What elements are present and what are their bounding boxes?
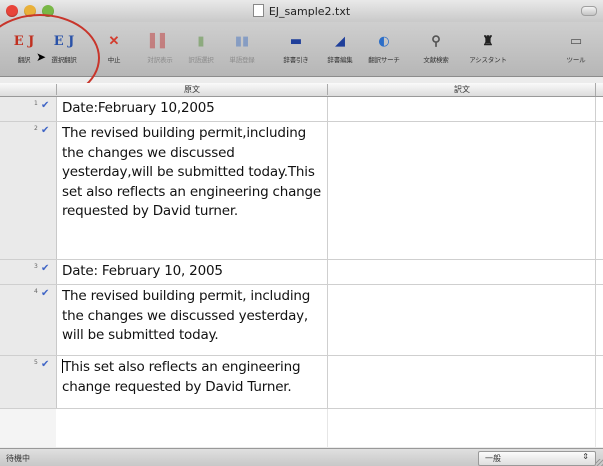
row-gutter: 4 ✔: [0, 285, 57, 355]
source-cell[interactable]: Date:February 10,2005: [62, 99, 324, 119]
status-bar: 待機中 一般 ⇕: [0, 448, 603, 466]
stop-button[interactable]: ✕ 中止: [94, 32, 134, 74]
resize-grip[interactable]: [595, 459, 603, 466]
tools-button[interactable]: ▭ ツール: [556, 32, 596, 74]
source-cell[interactable]: Date: February 10, 2005: [62, 262, 324, 282]
word-choice-icon: ▮: [197, 34, 205, 49]
row-number: 4: [34, 288, 38, 295]
cell-edge: [595, 285, 596, 355]
status-text: 待機中: [6, 454, 30, 463]
window-title: EJ_sample2.txt: [0, 4, 603, 18]
source-cell-text: This set also reflects an engineering ch…: [62, 359, 301, 395]
checkmark-icon[interactable]: ✔: [41, 263, 49, 275]
row-number: 5: [34, 359, 38, 366]
checkmark-icon[interactable]: ✔: [41, 359, 49, 371]
table-row[interactable]: 5 ✔ This set also reflects an engineerin…: [0, 356, 603, 409]
cell-edge: [595, 122, 596, 259]
checkmark-icon[interactable]: ✔: [41, 125, 49, 137]
cell-edge: [595, 356, 596, 408]
header-target[interactable]: 訳文: [327, 84, 596, 95]
row-gutter: 1 ✔: [0, 97, 57, 121]
row-number: 3: [34, 263, 38, 270]
assistant-icon: ♜: [482, 34, 494, 49]
word-register-label: 単語登録: [229, 56, 255, 64]
table-row[interactable]: 4 ✔ The revised building permit, includi…: [0, 285, 603, 356]
mode-select-value: 一般: [485, 454, 501, 463]
assistant-button[interactable]: ♜ アシスタント: [468, 32, 508, 74]
dictionary-edit-icon: ◢: [335, 34, 345, 49]
row-number: 2: [34, 125, 38, 132]
cell-divider: [327, 97, 328, 121]
cell-divider: [327, 260, 328, 284]
document-search-label: 文献検索: [423, 56, 449, 64]
assistant-label: アシスタント: [469, 56, 507, 64]
mouse-cursor-icon: ➤: [36, 50, 47, 64]
updown-arrow-icon: ⇕: [582, 452, 589, 461]
source-cell[interactable]: The revised building permit, including t…: [62, 287, 324, 346]
title-bar: EJ_sample2.txt: [0, 0, 603, 22]
dictionary-lookup-label: 辞書引き: [283, 56, 309, 64]
word-choice-label: 訳語選択: [188, 56, 214, 64]
header-source[interactable]: 原文: [56, 84, 327, 95]
document-search-button[interactable]: ⚲ 文献検索: [416, 32, 456, 74]
cell-divider: [327, 285, 328, 355]
source-cell-editing[interactable]: This set also reflects an engineering ch…: [62, 358, 324, 397]
checkmark-icon[interactable]: ✔: [41, 288, 49, 300]
source-cell[interactable]: The revised building permit,including th…: [62, 124, 324, 222]
word-register-button[interactable]: ▮▮ 単語登録: [222, 32, 262, 74]
stop-icon: ✕: [108, 34, 120, 49]
stop-label: 中止: [107, 56, 121, 64]
parallel-view-button[interactable]: ▌▌ 対訳表示: [140, 32, 180, 74]
row-gutter: 2 ✔: [0, 122, 57, 259]
window-title-text: EJ_sample2.txt: [268, 5, 351, 18]
app-window: EJ_sample2.txt E J 翻訳 E J 選択翻訳 ✕ 中止 ▌▌ 対…: [0, 0, 603, 466]
dictionary-icon: ▬: [289, 34, 303, 49]
row-gutter: 3 ✔: [0, 260, 57, 284]
table-row[interactable]: 1 ✔ Date:February 10,2005: [0, 97, 603, 122]
translation-search-label: 翻訳サーチ: [368, 56, 400, 64]
checkmark-icon[interactable]: ✔: [41, 100, 49, 112]
word-choice-button[interactable]: ▮ 訳語選択: [181, 32, 221, 74]
table-row[interactable]: 2 ✔ The revised building permit,includin…: [0, 122, 603, 260]
translation-search-button[interactable]: ◐ 翻訳サーチ: [364, 32, 404, 74]
table-header: 原文 訳文: [0, 83, 603, 97]
table-row[interactable]: 3 ✔ Date: February 10, 2005: [0, 260, 603, 285]
dictionary-lookup-button[interactable]: ▬ 辞書引き: [276, 32, 316, 74]
tools-label: ツール: [566, 56, 586, 64]
cell-divider: [327, 356, 328, 408]
cell-edge: [595, 260, 596, 284]
mode-select[interactable]: 一般 ⇕: [478, 451, 596, 466]
row-gutter: 5 ✔: [0, 356, 57, 408]
header-edge: [595, 83, 603, 96]
cell-edge: [595, 97, 596, 121]
translation-search-icon: ◐: [378, 34, 390, 49]
word-register-icon: ▮▮: [234, 34, 250, 49]
parallel-view-label: 対訳表示: [147, 56, 173, 64]
parallel-view-icon: ▌▌: [150, 34, 170, 49]
dictionary-edit-label: 辞書編集: [327, 56, 353, 64]
tools-icon: ▭: [569, 34, 583, 49]
sentence-table: 1 ✔ Date:February 10,2005 2 ✔ The revise…: [0, 97, 603, 447]
dictionary-edit-button[interactable]: ◢ 辞書編集: [320, 32, 360, 74]
row-number: 1: [34, 100, 38, 107]
document-icon: [252, 4, 264, 17]
magnifier-icon: ⚲: [431, 34, 441, 49]
cell-divider: [327, 122, 328, 259]
toolbar-toggle-button[interactable]: [581, 6, 597, 16]
